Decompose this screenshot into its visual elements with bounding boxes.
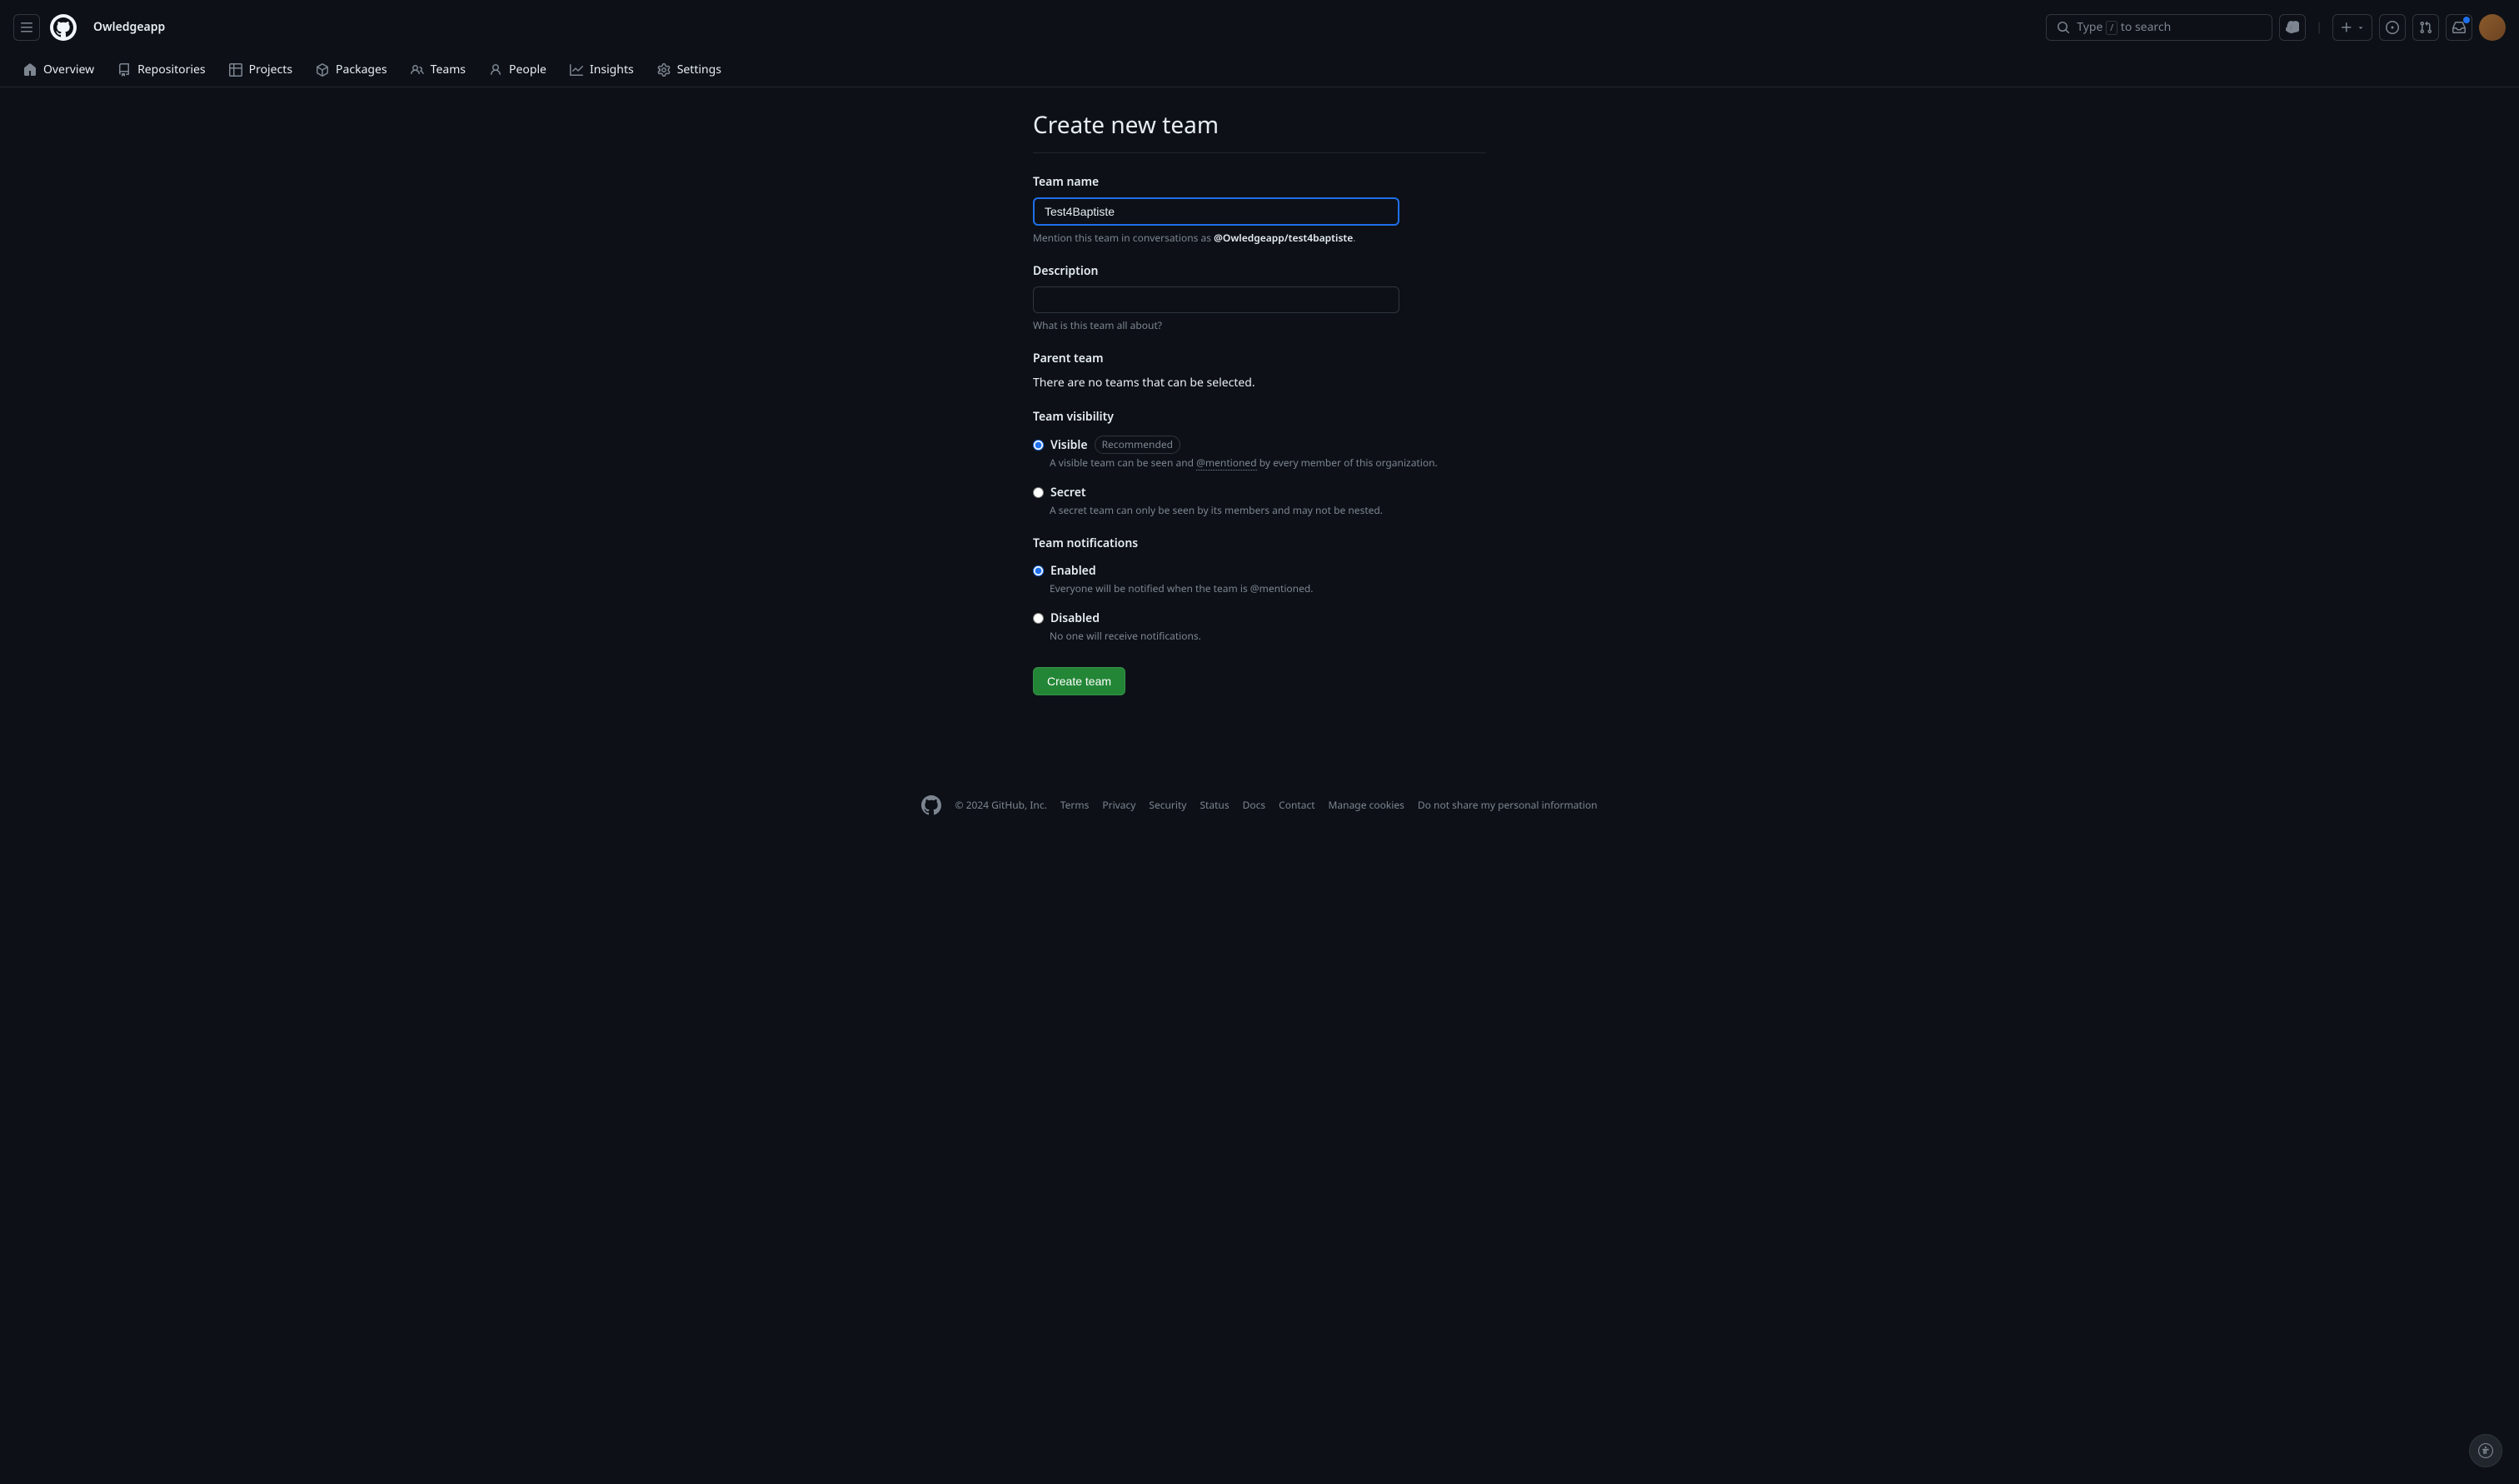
- team-name-label: Team name: [1033, 173, 1486, 191]
- tab-overview[interactable]: Overview: [13, 54, 104, 87]
- visibility-visible-label: Visible: [1050, 436, 1088, 454]
- tab-insights-label: Insights: [590, 61, 634, 78]
- visibility-visible-desc: A visible team can be seen and @mentione…: [1050, 456, 1486, 471]
- parent-team-text: There are no teams that can be selected.: [1033, 374, 1486, 391]
- tab-packages-label: Packages: [336, 61, 387, 78]
- notifications-enabled-radio[interactable]: [1033, 565, 1044, 576]
- notifications-disabled-radio[interactable]: [1033, 613, 1044, 624]
- parent-team-label: Parent team: [1033, 350, 1486, 367]
- recommended-badge: Recommended: [1095, 436, 1180, 454]
- footer-dns[interactable]: Do not share my personal information: [1418, 798, 1598, 813]
- visibility-secret-label: Secret: [1050, 484, 1086, 501]
- visibility-secret-radio[interactable]: [1033, 487, 1044, 498]
- page-title: Create new team: [1033, 107, 1486, 142]
- team-name-help: Mention this team in conversations as @O…: [1033, 231, 1486, 246]
- create-new-button[interactable]: [2332, 14, 2372, 41]
- notifications-enabled-label: Enabled: [1050, 562, 1096, 580]
- tab-insights[interactable]: Insights: [560, 54, 644, 87]
- description-input[interactable]: [1033, 286, 1399, 313]
- tab-settings-label: Settings: [677, 61, 721, 78]
- search-placeholder: Type / to search: [2077, 18, 2262, 36]
- tab-teams[interactable]: Teams: [401, 54, 476, 87]
- title-divider: [1033, 152, 1486, 153]
- github-logo[interactable]: [50, 14, 77, 41]
- description-label: Description: [1033, 262, 1486, 280]
- tab-people-label: People: [509, 61, 546, 78]
- notifications-enabled-desc: Everyone will be notified when the team …: [1050, 581, 1486, 596]
- team-name-input[interactable]: [1033, 197, 1399, 226]
- divider: |: [2316, 18, 2322, 36]
- mentioned-link[interactable]: @mentioned: [1196, 456, 1256, 471]
- visibility-visible-radio[interactable]: [1033, 440, 1044, 451]
- footer-logo-icon[interactable]: [921, 795, 941, 815]
- tab-packages[interactable]: Packages: [306, 54, 397, 87]
- footer-privacy[interactable]: Privacy: [1102, 798, 1135, 813]
- tab-overview-label: Overview: [43, 61, 94, 78]
- issues-icon[interactable]: [2379, 14, 2406, 41]
- notifications-label: Team notifications: [1033, 535, 1486, 552]
- pull-requests-icon[interactable]: [2412, 14, 2439, 41]
- user-avatar[interactable]: [2479, 14, 2506, 41]
- accessibility-fab[interactable]: [2469, 1434, 2502, 1467]
- org-link[interactable]: Owledgeapp: [87, 13, 172, 41]
- footer-status[interactable]: Status: [1200, 798, 1229, 813]
- tab-projects-label: Projects: [249, 61, 292, 78]
- visibility-label: Team visibility: [1033, 408, 1486, 426]
- hamburger-menu[interactable]: [13, 14, 40, 41]
- footer-docs[interactable]: Docs: [1243, 798, 1266, 813]
- tab-repositories-label: Repositories: [137, 61, 206, 78]
- footer-contact[interactable]: Contact: [1279, 798, 1314, 813]
- footer-terms[interactable]: Terms: [1060, 798, 1090, 813]
- tab-projects[interactable]: Projects: [219, 54, 302, 87]
- tab-people[interactable]: People: [479, 54, 556, 87]
- notifications-icon[interactable]: [2446, 14, 2472, 41]
- tab-repositories[interactable]: Repositories: [107, 54, 216, 87]
- copilot-icon[interactable]: [2279, 14, 2306, 41]
- tab-teams-label: Teams: [431, 61, 466, 78]
- footer-cookies[interactable]: Manage cookies: [1329, 798, 1404, 813]
- notifications-disabled-label: Disabled: [1050, 610, 1100, 627]
- visibility-secret-desc: A secret team can only be seen by its me…: [1050, 503, 1486, 518]
- footer-copyright: © 2024 GitHub, Inc.: [955, 798, 1046, 813]
- tab-settings[interactable]: Settings: [647, 54, 731, 87]
- footer-security[interactable]: Security: [1149, 798, 1186, 813]
- notification-indicator: [2463, 17, 2470, 23]
- search-input[interactable]: Type / to search: [2046, 14, 2272, 41]
- description-help: What is this team all about?: [1033, 318, 1486, 333]
- notifications-disabled-desc: No one will receive notifications.: [1050, 629, 1486, 644]
- create-team-button[interactable]: Create team: [1033, 667, 1125, 695]
